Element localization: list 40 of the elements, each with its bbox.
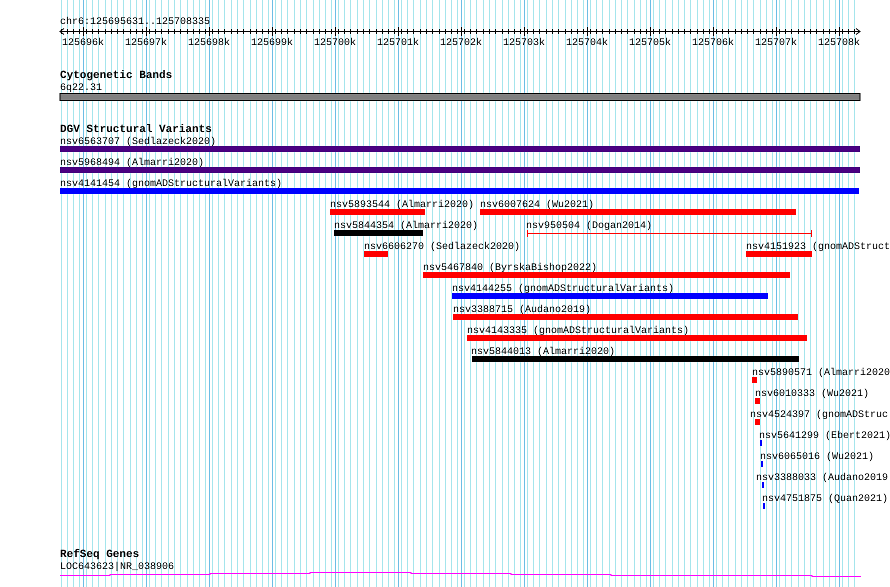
track-title: RefSeq Genes <box>60 549 140 561</box>
ruler-tick-label: 125698k <box>188 38 230 49</box>
ruler-tick-label: 125705k <box>629 38 671 49</box>
ruler-tick-label: 125697k <box>125 38 167 49</box>
variant-label: nsv4141454 (gnomADStructuralVariants) <box>60 179 282 190</box>
variant-label: nsv3388033 (Audano2019 <box>756 473 888 484</box>
variant-label: nsv4144255 (gnomADStructuralVariants) <box>452 284 674 295</box>
track-title: Cytogenetic Bands <box>60 70 172 82</box>
variant-label: nsv950504 (Dogan2014) <box>526 221 652 232</box>
ruler-tick-label: 125696k <box>62 38 104 49</box>
ruler-tick-label: 125699k <box>251 38 293 49</box>
gene-label: LOC643623|NR_038906 <box>60 562 174 573</box>
variant-label: nsv6065016 (Wu2021) <box>760 452 874 463</box>
variant-label: nsv4151923 (gnomADStruct <box>746 242 890 253</box>
variant-label: nsv5968494 (Almarri2020) <box>60 158 204 169</box>
ruler-tick-label: 125708k <box>818 38 860 49</box>
ruler-tick-label: 125703k <box>503 38 545 49</box>
ruler-tick-label: 125702k <box>440 38 482 49</box>
locus-label: chr6:125695631..125708335 <box>60 17 210 28</box>
variant-label: nsv5893544 (Almarri2020) <box>330 200 474 211</box>
variant-label: nsv5844354 (Almarri2020) <box>334 221 478 232</box>
ruler-tick-label: 125701k <box>377 38 419 49</box>
variant-label: nsv6606270 (Sedlazeck2020) <box>364 242 520 253</box>
ruler-tick-label: 125707k <box>755 38 797 49</box>
variant-label: nsv6010333 (Wu2021) <box>755 389 870 400</box>
ruler-tick-label: 125700k <box>314 38 356 49</box>
track-title: DGV Structural Variants <box>60 124 212 136</box>
band-label: 6q22.31 <box>60 83 102 94</box>
variant-label: nsv5890571 (Almarri2020 <box>752 368 890 379</box>
variant-label: nsv6007624 (Wu2021) <box>480 200 594 211</box>
variant-label: nsv5467840 (ByrskaBishop2022) <box>423 263 598 274</box>
variant-label: nsv5844013 (Almarri2020) <box>471 347 616 358</box>
variant-label: nsv5641299 (Ebert2021) <box>759 431 890 442</box>
variant-label: nsv6563707 (Sedlazeck2020) <box>60 137 216 148</box>
ruler-tick-label: 125706k <box>692 38 734 49</box>
ruler-tick-label: 125704k <box>566 38 608 49</box>
variant-label: nsv4524397 (gnomADStruc <box>750 410 888 421</box>
variant-label: nsv3388715 (Audano2019) <box>453 305 592 316</box>
variant-label: nsv4143335 (gnomADStructuralVariants) <box>467 326 690 337</box>
variant-label: nsv4751875 (Quan2021) <box>762 494 888 505</box>
